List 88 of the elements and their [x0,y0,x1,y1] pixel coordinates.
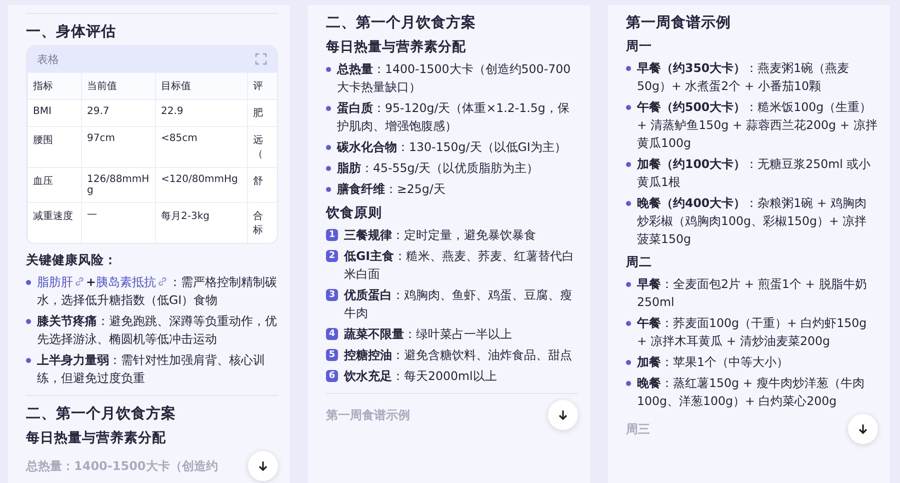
table-cell: 减重速度 [27,202,81,243]
faded-heading: 周三 [626,420,650,438]
bullet-icon [626,162,631,167]
table-cell: <120/80mmHg [155,167,247,202]
column-header: 目标值 [155,72,247,99]
faded-heading: 总热量：1400-1500大卡（创造约 [26,458,218,474]
bullet-icon [626,66,631,71]
bullet-icon [626,105,631,110]
bullet-icon [626,282,631,287]
subsection-heading: 每日热量与营养素分配 [26,429,167,447]
bullet-icon [326,166,331,171]
section-heading: 一、身体评估 [26,22,117,41]
table-cell: 126/88mmHg [81,167,155,202]
list-item-text: 晚餐：蒸红薯150g + 瘦牛肉炒洋葱（牛肉100g、洋葱100g）+ 白灼菜心200g [637,375,866,410]
faded-heading: 第一周食谱示例 [326,406,410,424]
section-heading: 第一周食谱示例 [626,14,732,32]
table-cell: 腰围 [27,126,81,167]
section-heading: 二、第一个月饮食方案 [26,404,177,423]
list-item-text: 膳食纤维：≥25g/天 [337,181,446,198]
link-icon [75,277,84,286]
list-item-text: 午餐：荞麦面100g（干重）+ 白灼虾150g + 凉拌木耳黄瓜 + 清炒油麦菜200g [637,315,868,350]
down-arrow-icon [857,423,869,435]
list-item-text: 脂肪肝 +胰岛素抵抗 ：需严格控制精制碳水，选择低升糖指数（低GI）食物 [37,274,278,309]
link[interactable]: 胰岛素抵抗 [96,275,169,289]
bullet-icon [26,280,31,285]
column-header: 指标 [27,72,81,99]
number-badge: 1 [326,229,338,241]
table-cell: 舒 [247,167,277,202]
bullet-icon [326,67,331,72]
down-arrow-icon [257,460,269,472]
number-badge: 5 [326,349,338,361]
table-cell: BMI [27,99,81,126]
list-item-text: 控糖控油：避免含糖饮料、油炸食品、甜点 [344,347,573,364]
scroll-down-button[interactable] [848,414,878,444]
list-item-text: 优质蛋白：鸡胸肉、鱼虾、鸡蛋、豆腐、瘦牛肉 [344,287,573,322]
table-cell: 合标 [247,202,277,243]
list-item-text: 三餐规律：定时定量，避免暴饮暴食 [344,227,537,244]
list-item-text: 总热量：1400-1500大卡（创造约500-700大卡热量缺口） [337,61,572,96]
list-item-text: 上半身力量弱：需针对性加强肩背、核心训练，但避免过度负重 [37,352,266,387]
table-cell: — [81,202,155,243]
scroll-down-button[interactable] [248,451,278,481]
table-label: 表格 [37,52,59,66]
list-item-text: 加餐：苹果1个（中等大小） [637,354,790,371]
bullet-icon [626,360,631,365]
table-cell: 97cm [81,126,155,167]
link-icon [158,277,167,286]
table-cell: 血压 [27,167,81,202]
subheading: 周二 [626,254,653,271]
table-cell: 肥 [247,99,277,126]
subsection-heading: 每日热量与营养素分配 [326,38,467,56]
list-item-text: 蔬菜不限量：绿叶菜占一半以上 [344,326,513,343]
bullet-icon [26,319,31,324]
table-cell: 22.9 [155,99,247,126]
number-badge: 6 [326,370,338,382]
list-item-text: 加餐（约100大卡）：无糖豆浆250ml 或小黄瓜1根 [637,156,872,191]
bullet-icon [626,381,631,386]
table-cell: 29.7 [81,99,155,126]
bullet-icon [626,201,631,206]
list-item-text: 蛋白质：95-120g/天（体重×1.2-1.5g，保护肌肉、增强饱腹感） [337,100,570,135]
list-item-text: 脂肪：45-55g/天（以优质脂肪为主） [337,160,540,177]
list-item-text: 午餐（约500大卡）：糙米饭100g（生重）+ 清蒸鲈鱼150g + 蒜蓉西兰花200g + 凉拌黄瓜100g [637,99,878,152]
list-item-text: 膝关节疼痛：避免跑跳、深蹲等负重动作，优先选择游泳、椭圆机等低冲击运动 [37,313,278,348]
table-cell: 远（ [247,126,277,167]
list-item-text: 碳水化合物：130-150g/天（以低GI为主） [337,139,568,156]
list-item-text: 早餐：全麦面包2片 + 煎蛋1个 + 脱脂牛奶250ml [637,276,868,311]
column-header: 当前值 [81,72,155,99]
list-item-text: 低GI主食：糙米、燕麦、荞麦、红薯替代白米白面 [344,248,576,283]
number-badge: 3 [326,289,338,301]
down-arrow-icon [557,409,569,421]
bullet-icon [26,358,31,363]
bullet-icon [326,187,331,192]
column-header: 评 [247,72,277,99]
table-cell: <85cm [155,126,247,167]
subheading: 关键健康风险： [26,252,118,269]
list-item-text: 饮水充足：每天2000ml以上 [344,368,498,385]
list-item-text: 早餐（约350大卡）：燕麦粥1碗（燕麦50g）+ 水煮蛋2个 + 小番茄10颗 [637,60,850,95]
bullet-icon [626,321,631,326]
table-cell: 每月2-3kg [155,202,247,243]
list-item-text: 晚餐（约400大卡）：杂粮粥1碗 + 鸡胸肉炒彩椒（鸡胸肉100g、彩椒150g）+ 凉拌菠菜150g [637,195,868,248]
number-badge: 4 [326,328,338,340]
section-heading: 二、第一个月饮食方案 [326,13,477,32]
subheading: 周一 [626,38,653,55]
bullet-icon [326,106,331,111]
bullet-icon [326,145,331,150]
number-badge: 2 [326,250,338,262]
scroll-down-button[interactable] [548,400,578,430]
link[interactable]: 脂肪肝 [37,275,86,289]
subsection-heading: 饮食原则 [326,204,383,222]
